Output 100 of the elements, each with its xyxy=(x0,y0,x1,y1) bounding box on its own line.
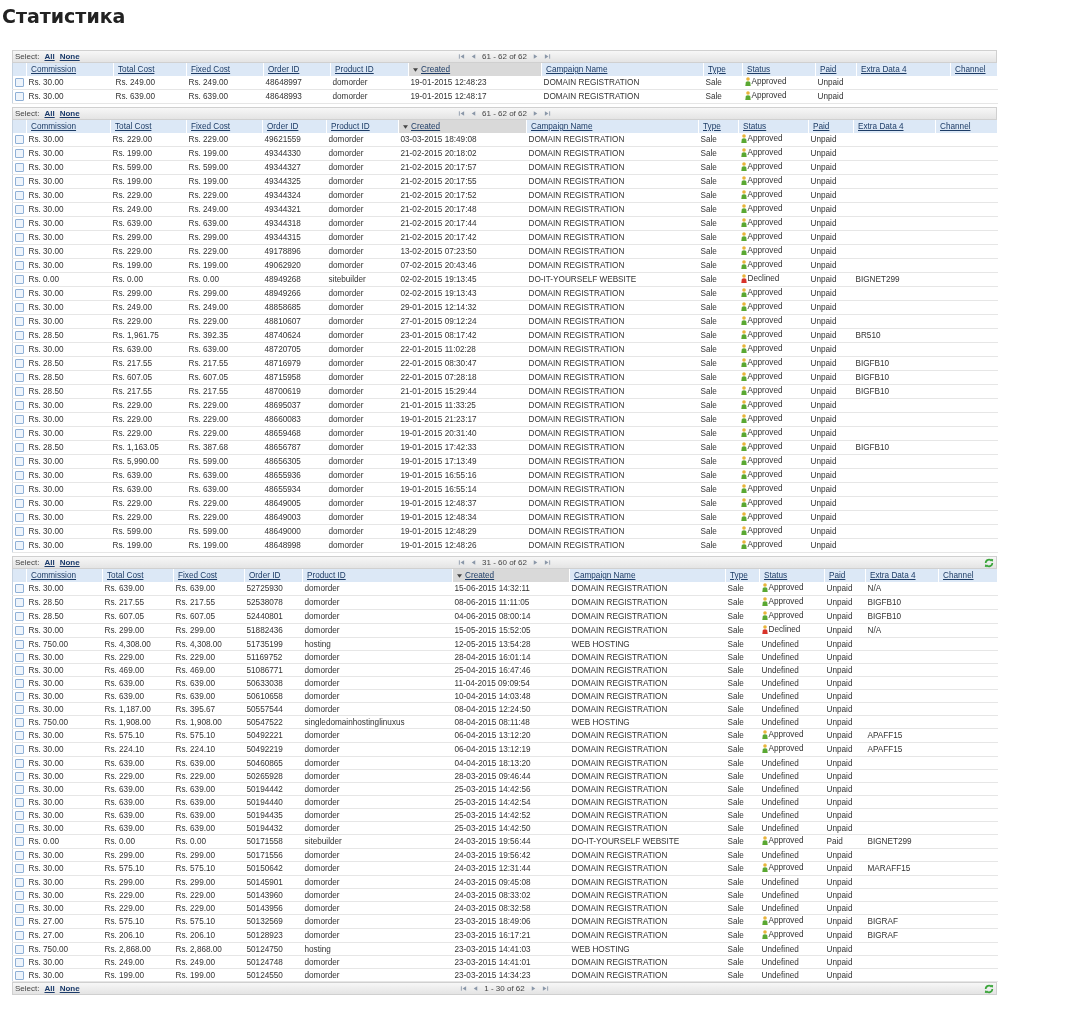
column-header[interactable]: Status xyxy=(738,120,809,133)
row-checkbox[interactable] xyxy=(15,177,24,186)
last-page-icon[interactable] xyxy=(543,110,551,117)
column-header[interactable]: Order ID xyxy=(263,63,331,76)
row-checkbox[interactable] xyxy=(15,429,24,438)
refresh-icon[interactable] xyxy=(984,557,994,568)
column-header[interactable]: Paid xyxy=(815,63,857,76)
column-header[interactable]: Product ID xyxy=(302,569,453,582)
column-header[interactable]: Paid xyxy=(808,120,854,133)
row-checkbox[interactable] xyxy=(15,758,24,768)
first-page-icon[interactable] xyxy=(460,985,468,992)
column-header[interactable]: Fixed Cost xyxy=(173,569,245,582)
row-checkbox[interactable] xyxy=(15,78,24,87)
row-checkbox[interactable] xyxy=(15,401,24,410)
previous-page-icon[interactable] xyxy=(470,559,478,566)
row-checkbox[interactable] xyxy=(15,957,24,967)
row-checkbox[interactable] xyxy=(15,731,24,740)
row-checkbox[interactable] xyxy=(15,289,24,298)
select-link[interactable]: None xyxy=(59,983,80,994)
first-page-icon[interactable] xyxy=(458,110,466,117)
row-checkbox[interactable] xyxy=(15,877,24,887)
column-header[interactable]: Channel xyxy=(938,569,998,582)
row-checkbox[interactable] xyxy=(15,639,24,649)
column-header[interactable]: Campaign Name xyxy=(569,569,726,582)
row-checkbox[interactable] xyxy=(15,387,24,396)
previous-page-icon[interactable] xyxy=(470,53,478,60)
row-checkbox[interactable] xyxy=(15,784,24,794)
column-header[interactable]: Product ID xyxy=(326,120,399,133)
row-checkbox[interactable] xyxy=(15,499,24,508)
column-header[interactable]: Total Cost xyxy=(110,120,187,133)
row-checkbox[interactable] xyxy=(15,415,24,424)
column-header[interactable]: Channel xyxy=(950,63,998,76)
row-checkbox[interactable] xyxy=(15,917,24,926)
column-header[interactable]: Status xyxy=(742,63,816,76)
column-header[interactable]: Campaign Name xyxy=(541,63,704,76)
row-checkbox[interactable] xyxy=(15,652,24,662)
previous-page-icon[interactable] xyxy=(472,985,480,992)
previous-page-icon[interactable] xyxy=(470,110,478,117)
column-header[interactable]: Order ID xyxy=(262,120,327,133)
first-page-icon[interactable] xyxy=(458,559,466,566)
next-page-icon[interactable] xyxy=(531,53,539,60)
row-checkbox[interactable] xyxy=(15,471,24,480)
row-checkbox[interactable] xyxy=(15,219,24,228)
column-header[interactable]: Channel xyxy=(935,120,998,133)
column-header[interactable]: Commission xyxy=(26,569,103,582)
row-checkbox[interactable] xyxy=(15,745,24,754)
row-checkbox[interactable] xyxy=(15,717,24,727)
column-header[interactable]: Extra Data 4 xyxy=(856,63,951,76)
row-checkbox[interactable] xyxy=(15,205,24,214)
row-checkbox[interactable] xyxy=(15,678,24,688)
row-checkbox[interactable] xyxy=(15,704,24,714)
row-checkbox[interactable] xyxy=(15,149,24,158)
select-link[interactable]: All xyxy=(44,108,55,119)
row-checkbox[interactable] xyxy=(15,541,24,550)
row-checkbox[interactable] xyxy=(15,163,24,172)
row-checkbox[interactable] xyxy=(15,837,24,846)
select-link[interactable]: All xyxy=(44,557,55,568)
row-checkbox[interactable] xyxy=(15,970,24,980)
row-checkbox[interactable] xyxy=(15,485,24,494)
row-checkbox[interactable] xyxy=(15,527,24,536)
row-checkbox[interactable] xyxy=(15,584,24,593)
column-header[interactable]: Created xyxy=(408,63,542,76)
row-checkbox[interactable] xyxy=(15,612,24,621)
column-header[interactable]: Total Cost xyxy=(113,63,187,76)
select-link[interactable]: All xyxy=(44,51,55,62)
column-header[interactable]: Total Cost xyxy=(102,569,174,582)
row-checkbox[interactable] xyxy=(15,513,24,522)
row-checkbox[interactable] xyxy=(15,247,24,256)
column-header[interactable]: Fixed Cost xyxy=(186,63,264,76)
row-checkbox[interactable] xyxy=(15,890,24,900)
column-header[interactable]: Product ID xyxy=(330,63,409,76)
row-checkbox[interactable] xyxy=(15,691,24,701)
row-checkbox[interactable] xyxy=(15,92,24,101)
row-checkbox[interactable] xyxy=(15,864,24,873)
column-header[interactable]: Created xyxy=(398,120,527,133)
column-header[interactable]: Extra Data 4 xyxy=(853,120,936,133)
row-checkbox[interactable] xyxy=(15,275,24,284)
row-checkbox[interactable] xyxy=(15,303,24,312)
row-checkbox[interactable] xyxy=(15,317,24,326)
row-checkbox[interactable] xyxy=(15,443,24,452)
row-checkbox[interactable] xyxy=(15,771,24,781)
column-header[interactable]: Paid xyxy=(824,569,866,582)
row-checkbox[interactable] xyxy=(15,797,24,807)
row-checkbox[interactable] xyxy=(15,944,24,954)
select-link[interactable]: All xyxy=(44,983,55,994)
next-page-icon[interactable] xyxy=(529,985,537,992)
column-header[interactable]: Type xyxy=(725,569,760,582)
column-header[interactable]: Type xyxy=(698,120,739,133)
column-header[interactable]: Order ID xyxy=(244,569,303,582)
select-link[interactable]: None xyxy=(59,557,80,568)
select-link[interactable]: None xyxy=(59,108,80,119)
row-checkbox[interactable] xyxy=(15,850,24,860)
column-header[interactable]: Commission xyxy=(26,120,111,133)
last-page-icon[interactable] xyxy=(543,53,551,60)
row-checkbox[interactable] xyxy=(15,359,24,368)
first-page-icon[interactable] xyxy=(458,53,466,60)
refresh-icon[interactable] xyxy=(984,983,994,994)
row-checkbox[interactable] xyxy=(15,135,24,144)
row-checkbox[interactable] xyxy=(15,598,24,607)
row-checkbox[interactable] xyxy=(15,345,24,354)
